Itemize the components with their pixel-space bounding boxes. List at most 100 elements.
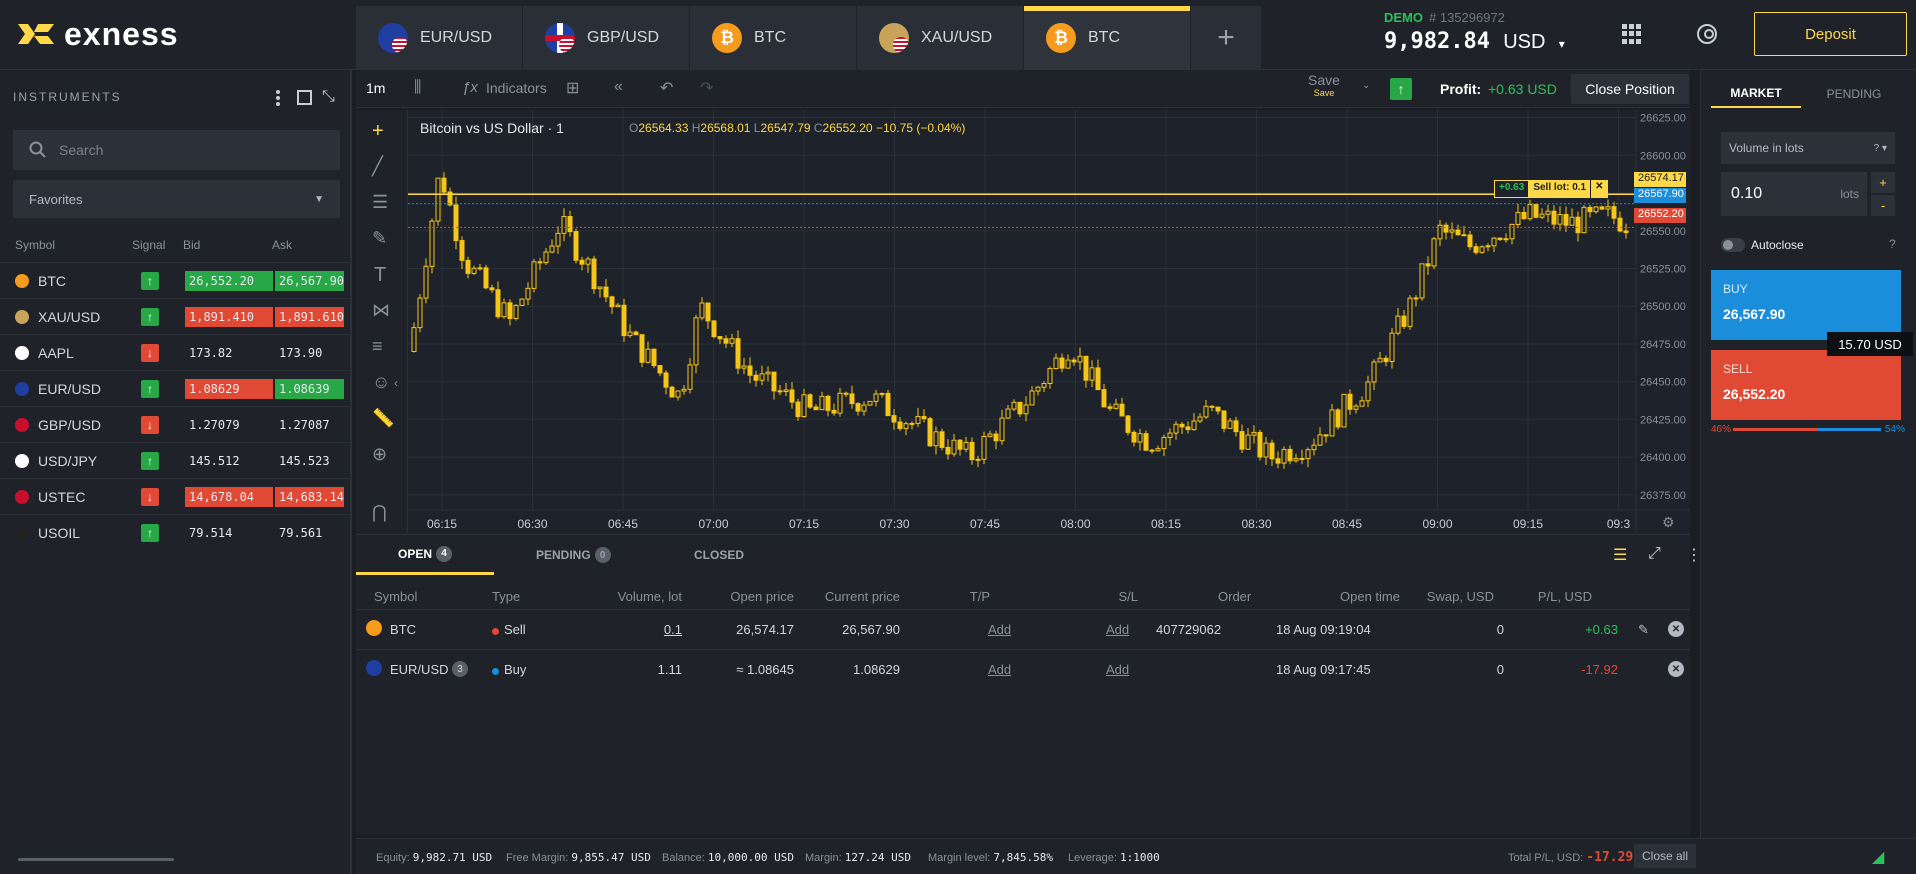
tab-market[interactable]: MARKET	[1711, 80, 1801, 108]
chart-canvas[interactable]: 26625.0026600.0026575.0026550.0026525.00…	[408, 110, 1690, 534]
tab-closed[interactable]: CLOSED	[694, 535, 744, 575]
instrument-row[interactable]: AAPL ↓ 173.82 173.90	[0, 334, 352, 370]
volume-increase-button[interactable]: +	[1871, 172, 1895, 193]
autoclose-toggle[interactable]	[1721, 238, 1745, 252]
tab-gbp-usd[interactable]: GBP/USD	[523, 6, 690, 70]
expand-icon[interactable]: ⤢	[1648, 545, 1661, 563]
save-button[interactable]: Save Save	[1308, 73, 1340, 100]
magnet-icon[interactable]: ⋂	[372, 502, 387, 523]
fib-icon[interactable]: ☰	[372, 192, 388, 213]
close-position-button[interactable]: Close Position	[1571, 74, 1689, 104]
bid-price[interactable]: 14,678.04	[185, 486, 273, 507]
bid-price[interactable]: 1.08629	[185, 378, 273, 399]
ruler-icon[interactable]: 📏	[372, 408, 394, 429]
add-sl-link[interactable]: Add	[1106, 622, 1129, 637]
layout-grid-icon[interactable]	[297, 90, 312, 105]
sell-position-marker[interactable]: +0.63 Sell lot: 0.1 ✕	[1494, 180, 1608, 198]
tab-label: BTC	[1088, 29, 1120, 46]
search-input[interactable]: Search	[13, 130, 340, 170]
bid-price[interactable]: 173.82	[185, 343, 273, 363]
user-profile-icon[interactable]	[1697, 24, 1717, 44]
bid-price[interactable]: 79.514	[185, 523, 273, 543]
chart-toolbar: 1m ⫼ ƒx Indicators ⊞ « ↶ ↷ Save Save ⌄ ↑…	[356, 70, 1690, 108]
instrument-row[interactable]: XAU/USD ↑ 1,891.410 1,891.610	[0, 298, 352, 334]
close-all-button[interactable]: Close all	[1634, 844, 1696, 868]
ask-price[interactable]: 1,891.610	[275, 306, 344, 327]
collapse-toolbar-icon[interactable]: ‹	[394, 376, 398, 390]
order-row[interactable]: BTC Sell 0.1 26,574.17 26,567.90 Add Add 407729…	[356, 609, 1690, 649]
volume-mode-select[interactable]: Volume in lots ? ▾	[1721, 132, 1895, 164]
scrollbar[interactable]	[18, 858, 174, 861]
account-info[interactable]: DEMO # 135296972 9,982.84 USD ▾	[1384, 10, 1565, 54]
bid-price[interactable]: 26,552.20	[185, 270, 273, 291]
templates-icon[interactable]: ⊞	[566, 78, 579, 98]
tab-btc-1[interactable]: ₿ BTC	[690, 6, 857, 70]
instrument-row[interactable]: GBP/USD ↓ 1.27079 1.27087	[0, 406, 352, 442]
arrow-up-icon[interactable]: ↑	[1390, 78, 1412, 100]
instrument-row[interactable]: USTEC ↓ 14,678.04 14,683.14	[0, 478, 352, 514]
add-tp-link[interactable]: Add	[988, 662, 1011, 677]
ask-price[interactable]: 26,567.90	[275, 270, 344, 291]
timeframe-button[interactable]: 1m	[366, 80, 385, 96]
brush-icon[interactable]: ✎	[372, 228, 387, 249]
instrument-row[interactable]: USOIL ↑ 79.514 79.561	[0, 514, 352, 550]
candle-type-icon[interactable]: ⫼	[414, 79, 421, 97]
bid-price[interactable]: 145.512	[185, 451, 273, 471]
order-open-price: 26,574.17	[736, 622, 794, 637]
add-tab-button[interactable]: +	[1191, 6, 1261, 70]
emoji-icon[interactable]: ☺	[372, 372, 390, 393]
help-icon[interactable]: ?	[1889, 237, 1896, 251]
tab-eur-usd[interactable]: EUR/USD	[356, 6, 523, 70]
add-tp-link[interactable]: Add	[988, 622, 1011, 637]
deposit-button[interactable]: Deposit	[1754, 12, 1907, 56]
ask-price[interactable]: 145.523	[275, 451, 344, 471]
favorites-dropdown[interactable]: Favorites ▼	[13, 180, 340, 218]
order-volume[interactable]: 0.1	[664, 622, 682, 637]
rewind-icon[interactable]: «	[614, 78, 623, 96]
close-icon[interactable]: ✕	[1590, 180, 1608, 198]
ask-price[interactable]: 79.561	[275, 523, 344, 543]
settings-icon[interactable]: ⚙	[1662, 514, 1675, 531]
sell-button[interactable]: SELL 26,552.20	[1711, 350, 1901, 420]
bid-price[interactable]: 1.27079	[185, 415, 273, 435]
trend-line-icon[interactable]: ╱	[372, 156, 383, 177]
volume-input[interactable]: 0.10 lots	[1721, 172, 1867, 216]
pattern-icon[interactable]: ⋈	[372, 300, 390, 321]
zoom-in-icon[interactable]: ⊕	[372, 444, 387, 465]
tab-xau-usd[interactable]: XAU/USD	[857, 6, 1024, 70]
close-order-icon[interactable]: ✕	[1668, 621, 1684, 637]
add-sl-link[interactable]: Add	[1106, 662, 1129, 677]
order-row[interactable]: EUR/USD 3 Buy 1.11 ≈ 1.08645 1.08629 Add Add 18 …	[356, 649, 1690, 689]
instrument-row[interactable]: BTC ↑ 26,552.20 26,567.90	[0, 262, 352, 298]
more-options-icon[interactable]	[276, 90, 282, 106]
ask-price[interactable]: 1.08639	[275, 378, 344, 399]
volume-decrease-button[interactable]: -	[1871, 195, 1895, 216]
measure-lines-icon[interactable]: ≡	[372, 336, 383, 357]
indicators-button[interactable]: Indicators	[486, 80, 547, 96]
collapse-icon[interactable]: ⤡	[322, 88, 335, 106]
tab-btc-2[interactable]: ₿ BTC	[1024, 6, 1191, 70]
candle-body	[1215, 406, 1221, 412]
gb-us-flag-icon	[545, 23, 575, 53]
ask-price[interactable]: 1.27087	[275, 415, 344, 435]
instrument-row[interactable]: USD/JPY ↑ 145.512 145.523	[0, 442, 352, 478]
undo-icon[interactable]: ↶	[660, 78, 673, 98]
close-order-icon[interactable]: ✕	[1668, 661, 1684, 677]
candle-body	[1155, 448, 1161, 452]
crosshair-icon[interactable]: +	[372, 120, 384, 143]
chevron-down-icon[interactable]: ⌄	[1362, 80, 1370, 91]
ask-price[interactable]: 173.90	[275, 343, 344, 363]
exness-logo[interactable]: exness	[16, 14, 179, 54]
bid-price[interactable]: 1,891.410	[185, 306, 273, 327]
tab-open[interactable]: OPEN 4	[356, 535, 494, 575]
tab-pending-order[interactable]: PENDING	[1809, 80, 1899, 108]
apps-grid-icon[interactable]	[1622, 24, 1642, 44]
edit-icon[interactable]: ✎	[1638, 622, 1649, 638]
ask-price[interactable]: 14,683.14	[275, 486, 344, 507]
text-icon[interactable]: T	[374, 264, 386, 287]
orders-display-icon[interactable]: ☰	[1613, 545, 1627, 565]
tab-pending[interactable]: PENDING 0	[536, 535, 611, 575]
instrument-row[interactable]: EUR/USD ↑ 1.08629 1.08639	[0, 370, 352, 406]
price-chart[interactable]: + ╱ ☰ ✎ T ⋈ ≡ ☺ 📏 ⊕ ⋂ 26625.00 26600.00 26…	[356, 110, 1690, 534]
buy-button[interactable]: BUY 26,567.90	[1711, 270, 1901, 340]
